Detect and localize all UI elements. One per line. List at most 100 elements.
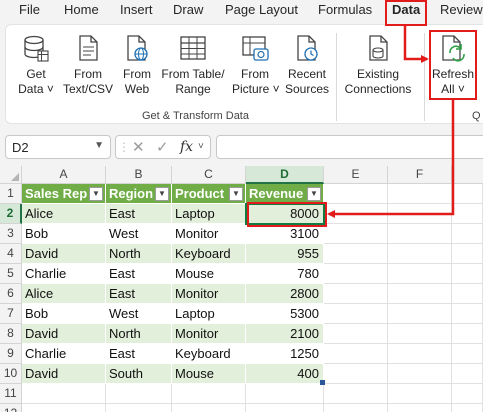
empty-cell[interactable] (388, 184, 452, 204)
table-cell[interactable]: East (106, 344, 172, 364)
empty-cell[interactable] (452, 324, 483, 344)
empty-cell[interactable] (246, 384, 324, 404)
chevron-down-icon[interactable]: ▼ (94, 140, 104, 151)
table-cell[interactable]: East (106, 204, 172, 224)
enter-icon[interactable]: ✓ (156, 138, 169, 156)
table-cell[interactable]: 400 (246, 364, 324, 384)
row-header-8[interactable]: 8 (0, 324, 22, 344)
empty-cell[interactable] (388, 284, 452, 304)
column-header-c[interactable]: C (172, 166, 246, 184)
column-header-a[interactable]: A (22, 166, 106, 184)
empty-cell[interactable] (324, 284, 388, 304)
table-cell[interactable]: 780 (246, 264, 324, 284)
table-cell[interactable]: Alice (22, 204, 106, 224)
table-cell[interactable]: Mouse (172, 264, 246, 284)
tab-home[interactable]: Home (64, 2, 99, 17)
table-header-cell[interactable]: Region ▼ (106, 184, 172, 204)
column-header-d[interactable]: D (246, 166, 324, 184)
column-header-f[interactable]: F (388, 166, 452, 184)
table-cell[interactable]: Charlie (22, 264, 106, 284)
empty-cell[interactable] (246, 404, 324, 412)
empty-cell[interactable] (388, 324, 452, 344)
table-cell[interactable]: South (106, 364, 172, 384)
refresh-all-button[interactable]: Refresh All ˅ (431, 33, 475, 97)
row-header-3[interactable]: 3 (0, 224, 22, 244)
tab-formulas[interactable]: Formulas (318, 2, 372, 17)
table-cell[interactable]: Mouse (172, 364, 246, 384)
table-cell[interactable]: West (106, 304, 172, 324)
empty-cell[interactable] (106, 384, 172, 404)
empty-cell[interactable] (452, 364, 483, 384)
filter-dropdown-icon[interactable]: ▼ (307, 187, 321, 201)
table-cell[interactable]: Monitor (172, 324, 246, 344)
table-cell[interactable]: Monitor (172, 284, 246, 304)
empty-cell[interactable] (324, 364, 388, 384)
table-cell[interactable]: 3100 (246, 224, 324, 244)
chevron-down-icon[interactable]: ˅ (198, 141, 204, 152)
empty-cell[interactable] (324, 384, 388, 404)
table-header-cell[interactable]: Sales Rep ▼ (22, 184, 106, 204)
table-cell[interactable]: Keyboard (172, 344, 246, 364)
filter-dropdown-icon[interactable]: ▼ (89, 187, 103, 201)
table-cell[interactable]: Alice (22, 284, 106, 304)
empty-cell[interactable] (22, 404, 106, 412)
from-table-range-button[interactable]: From Table/ Range (160, 33, 226, 97)
table-cell[interactable]: East (106, 264, 172, 284)
table-cell[interactable]: West (106, 224, 172, 244)
empty-cell[interactable] (388, 364, 452, 384)
empty-cell[interactable] (452, 344, 483, 364)
row-header-12[interactable]: 12 (0, 404, 22, 412)
tab-review[interactable]: Review (440, 2, 483, 17)
tab-data[interactable]: Data (392, 2, 420, 17)
row-header-10[interactable]: 10 (0, 364, 22, 384)
empty-cell[interactable] (388, 204, 452, 224)
table-cell[interactable]: Charlie (22, 344, 106, 364)
row-header-5[interactable]: 5 (0, 264, 22, 284)
empty-cell[interactable] (452, 264, 483, 284)
empty-cell[interactable] (388, 404, 452, 412)
table-cell[interactable]: North (106, 244, 172, 264)
row-header-1[interactable]: 1 (0, 184, 22, 204)
empty-cell[interactable] (388, 304, 452, 324)
table-cell[interactable]: 5300 (246, 304, 324, 324)
empty-cell[interactable] (172, 404, 246, 412)
recent-sources-button[interactable]: Recent Sources (283, 33, 331, 97)
empty-cell[interactable] (106, 404, 172, 412)
select-all-button[interactable] (0, 166, 22, 184)
tab-draw[interactable]: Draw (173, 2, 203, 17)
empty-cell[interactable] (452, 304, 483, 324)
table-cell[interactable]: David (22, 244, 106, 264)
table-cell[interactable]: 1250 (246, 344, 324, 364)
formula-input[interactable] (216, 135, 483, 159)
empty-cell[interactable] (324, 204, 388, 224)
empty-cell[interactable] (324, 264, 388, 284)
empty-cell[interactable] (172, 384, 246, 404)
table-cell[interactable]: Keyboard (172, 244, 246, 264)
filter-dropdown-icon[interactable]: ▼ (155, 187, 169, 201)
table-cell[interactable]: Monitor (172, 224, 246, 244)
get-data-button[interactable]: Get Data ˅ (16, 33, 56, 97)
tab-page-layout[interactable]: Page Layout (225, 2, 298, 17)
row-header-2[interactable]: 2 (0, 204, 22, 224)
empty-cell[interactable] (324, 244, 388, 264)
empty-cell[interactable] (324, 184, 388, 204)
from-picture-button[interactable]: From Picture ˅ (232, 33, 280, 97)
table-cell[interactable]: Bob (22, 224, 106, 244)
empty-cell[interactable] (452, 384, 483, 404)
row-header-4[interactable]: 4 (0, 244, 22, 264)
empty-cell[interactable] (388, 244, 452, 264)
empty-cell[interactable] (22, 384, 106, 404)
empty-cell[interactable] (388, 384, 452, 404)
empty-cell[interactable] (324, 344, 388, 364)
empty-cell[interactable] (452, 204, 483, 224)
table-cell[interactable]: East (106, 284, 172, 304)
empty-cell[interactable] (452, 224, 483, 244)
empty-cell[interactable] (452, 184, 483, 204)
filter-dropdown-icon[interactable]: ▼ (229, 187, 243, 201)
empty-cell[interactable] (388, 224, 452, 244)
row-header-11[interactable]: 11 (0, 384, 22, 404)
table-cell[interactable]: Laptop (172, 204, 246, 224)
empty-cell[interactable] (324, 404, 388, 412)
empty-cell[interactable] (452, 244, 483, 264)
name-box[interactable]: D2 ▼ (5, 135, 111, 159)
